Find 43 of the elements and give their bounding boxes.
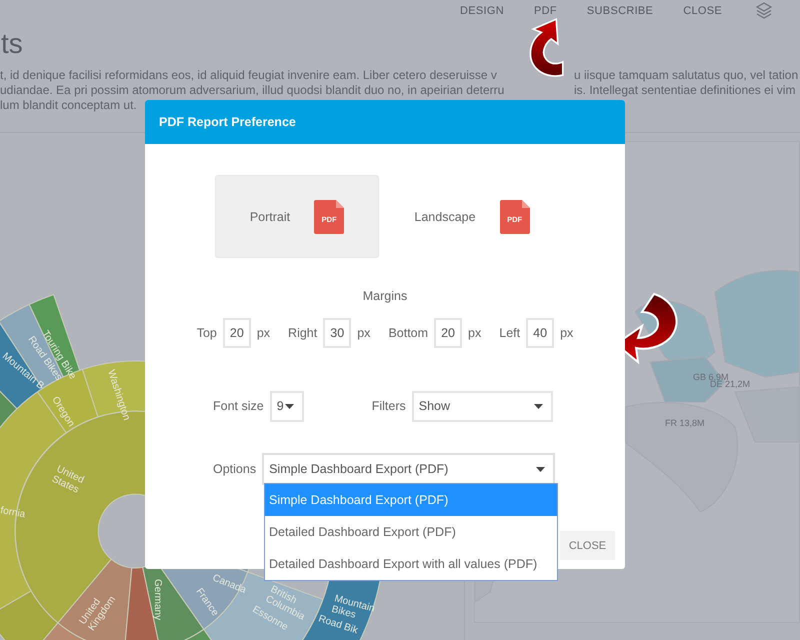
options-label: Options [213,462,256,476]
map-label: DE 21,2M [710,379,750,389]
layers-icon[interactable] [756,2,772,20]
margins-label: Margins [362,289,408,303]
margin-input[interactable]: 30 [323,318,352,348]
page-title: ts [1,27,23,61]
sunburst-label: fornia [0,505,26,520]
orientation-label: Landscape [414,210,476,224]
paragraph-text: u iisque tamquam salutatus quo, vel tation [574,68,798,83]
nav-link[interactable]: CLOSE [683,5,722,17]
paragraph-text: udiandae. Ea pri possim atomorum adversarium, illud quodsi blandit duo no, in apeirian deterru [0,83,506,98]
paragraph-text: t, id denique facilisi reformidans eos, id aliquid feugiat invenire eam. Liber cetero deseruisse v [0,68,498,83]
options-select[interactable]: Simple Dashboard Export (PDF) [262,453,556,485]
unit-label: px [560,326,574,340]
paragraph-text: is. Intellegat sententiae definitiones ei vim [574,83,796,98]
map-label: FR 13,8M [665,418,705,428]
margin-input[interactable]: 20 [434,318,462,348]
unit-label: px [357,326,370,340]
nav-link[interactable]: SUBSCRIBE [586,5,654,17]
orientation-label: Portrait [250,210,290,224]
caret-icon [536,466,546,472]
font-size-select[interactable]: 9 [270,390,304,422]
filters-select[interactable]: Show [412,390,553,422]
margin-label: Top [196,326,217,340]
unit-label: px [468,326,482,340]
dropdown-option[interactable]: Simple Dashboard Export (PDF) [265,484,557,516]
paragraph-text: lum blandit conceptam ut. [0,98,137,113]
margin-input[interactable]: 20 [222,318,251,348]
font-size-label: Font size [213,399,264,413]
nav-link[interactable]: PDF [534,5,557,17]
unit-label: px [256,326,270,340]
nav-link[interactable]: DESIGN [460,5,504,17]
margin-label: Bottom [388,326,428,340]
margin-label: Left [499,326,520,340]
margin-label: Right [288,326,318,340]
caret-icon [284,404,294,408]
sunburst-label: Germany [152,579,163,620]
caret-icon [534,404,543,408]
map-label: GB 6,9M [693,372,729,382]
filters-label: Filters [372,399,406,413]
margin-input[interactable]: 40 [526,318,554,348]
close-button[interactable]: CLOSE [560,531,615,560]
dialog-title: PDF Report Preference [159,115,296,129]
